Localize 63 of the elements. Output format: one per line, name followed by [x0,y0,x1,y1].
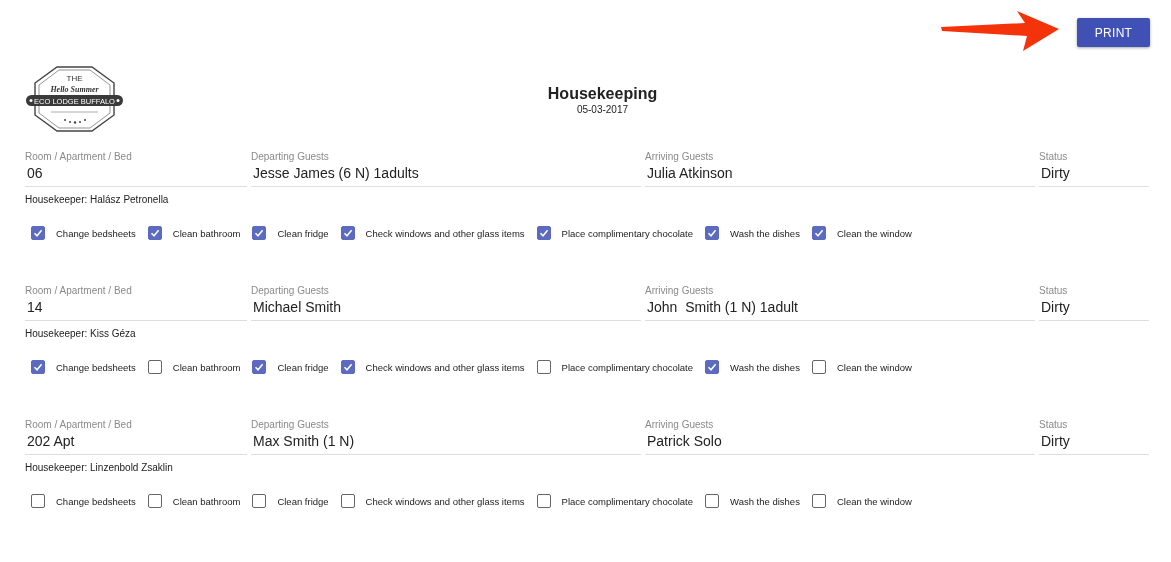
text-field[interactable]: Status Dirty [1039,419,1149,455]
text-field[interactable]: Room / Apartment / Bed 202 Apt [25,419,247,455]
housekeeper-label: Housekeeper: Linzenbold Zsaklin [25,461,174,475]
report-date: 05-03-2017 [576,103,629,115]
checkbox[interactable] [147,226,162,240]
text-field[interactable]: Departing Guests Max Smith (1 N) [251,419,641,455]
task-label: Clean the window [836,361,912,373]
checkbox[interactable] [252,360,267,374]
checkbox[interactable] [705,226,720,240]
task-label: Check windows and other glass items [365,227,525,239]
checkbox[interactable] [536,494,551,508]
text-field[interactable]: Arriving Guests John Smith (1 N) 1adult [645,285,1035,321]
housekeeper-label: Housekeeper: Kiss Géza [25,327,137,341]
checkbox[interactable] [31,494,45,508]
checkbox[interactable] [811,226,826,240]
checkbox[interactable] [705,360,720,374]
text-field[interactable]: Arriving Guests Patrick Solo [645,419,1035,455]
task-label: Clean fridge [277,361,329,373]
checkbox[interactable] [536,360,551,374]
text-field[interactable]: Status Dirty [1039,151,1149,187]
task-label: Place complimentary chocolate [561,227,694,239]
task-label: Place complimentary chocolate [561,361,694,373]
task-label: Clean bathroom [172,495,241,507]
text-field[interactable]: Room / Apartment / Bed 06 [25,151,247,187]
text-field[interactable]: Arriving Guests Julia Atkinson [645,151,1035,187]
task-label: Change bedsheets [56,361,136,373]
checkbox[interactable] [705,494,720,508]
checkbox[interactable] [536,226,551,240]
task-label: Change bedsheets [56,495,136,507]
task-label: Place complimentary chocolate [561,495,694,507]
checkbox[interactable] [31,360,45,374]
task-label: Clean bathroom [172,227,241,239]
checkbox[interactable] [340,226,355,240]
task-label: Clean fridge [277,227,329,239]
logo-text: Hello Summer [50,84,99,94]
housekeeper-label: Housekeeper: Halász Petronella [25,193,170,207]
task-label: Check windows and other glass items [365,361,525,373]
checkbox[interactable] [340,494,355,508]
checkbox[interactable] [252,494,267,508]
arrow-icon [941,8,1061,53]
checkbox[interactable] [811,494,826,508]
print-button[interactable]: PRINT [1077,18,1150,47]
text-field[interactable]: Departing Guests Michael Smith [251,285,641,321]
logo-text: THE [66,74,83,83]
task-label: Wash the dishes [730,361,800,373]
task-label: Clean fridge [277,495,329,507]
checkbox[interactable] [252,226,267,240]
task-label: Clean the window [836,495,912,507]
task-label: Change bedsheets [56,227,136,239]
page-title: Housekeeping [547,83,658,104]
task-label: Wash the dishes [730,227,800,239]
checkbox[interactable] [340,360,355,374]
checkbox[interactable] [147,360,162,374]
checkbox[interactable] [811,360,826,374]
task-label: Check windows and other glass items [365,495,525,507]
task-label: Clean bathroom [172,361,241,373]
text-field[interactable]: Room / Apartment / Bed 14 [25,285,247,321]
checkbox[interactable] [31,226,45,240]
task-label: Wash the dishes [730,495,800,507]
task-label: Clean the window [836,227,912,239]
text-field[interactable]: Status Dirty [1039,285,1149,321]
text-field[interactable]: Departing Guests Jesse James (6 N) 1adults [251,151,641,187]
checkbox[interactable] [147,494,162,508]
